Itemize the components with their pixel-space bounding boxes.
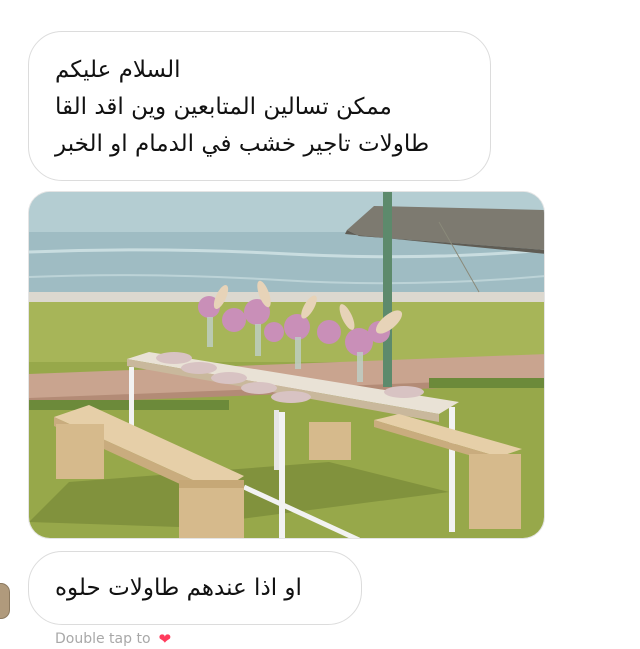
reaction-label: Double tap to [55, 631, 151, 647]
message-bubble-incoming[interactable]: او اذا عندهم طاولات حلوه [28, 551, 362, 625]
message-line: طاولات تاجير خشب في الدمام او الخبر [55, 131, 430, 157]
message-line: او اذا عندهم طاولات حلوه [55, 574, 302, 601]
message-bubble-incoming[interactable]: السلام عليكم ممكن تسالين المتابعين وين ا… [28, 31, 491, 181]
message-line: السلام عليكم [55, 57, 181, 83]
heart-icon[interactable]: ❤ [159, 631, 172, 647]
message-line: ممكن تسالين المتابعين وين اقد القا [55, 94, 392, 120]
reaction-hint[interactable]: Double tap to ❤ [55, 629, 171, 649]
photo-picnic-table-by-sea [29, 192, 544, 538]
shared-photo[interactable] [28, 191, 545, 539]
avatar[interactable] [0, 583, 10, 619]
